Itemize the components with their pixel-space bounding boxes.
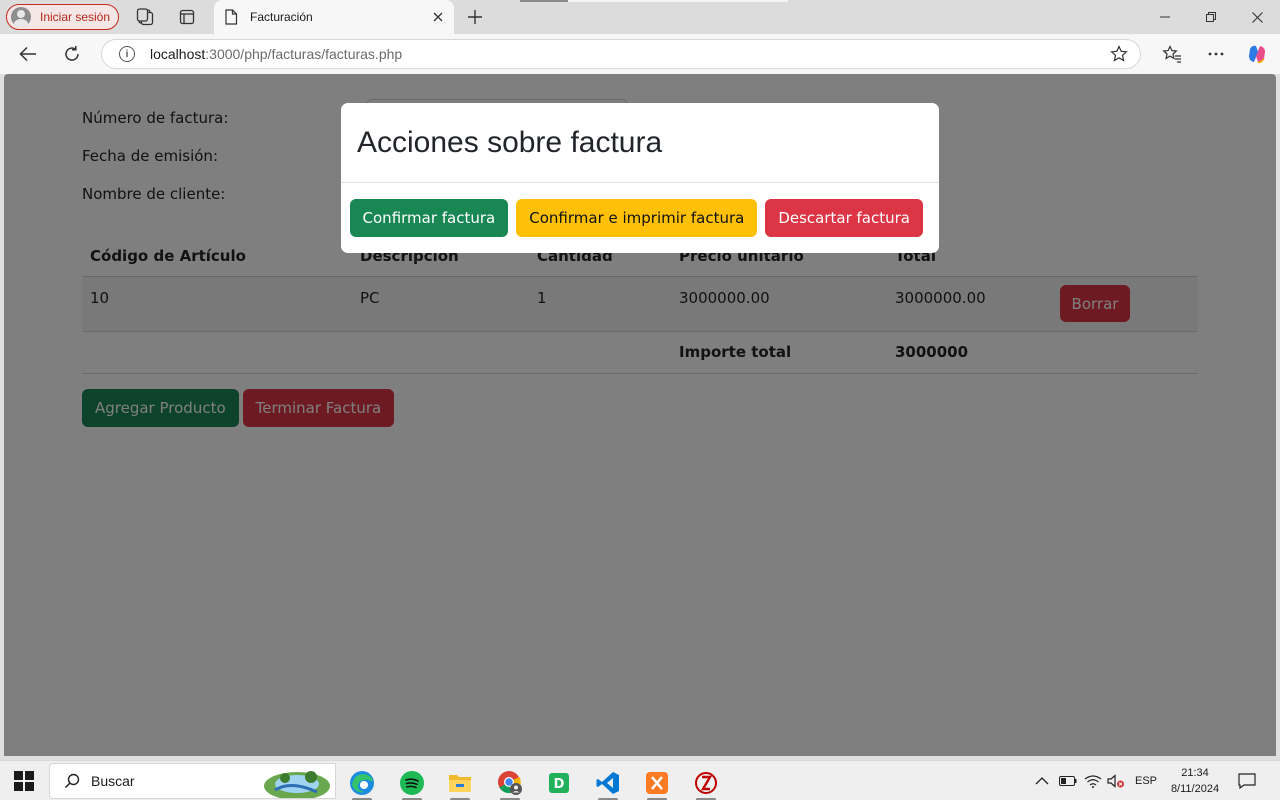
minimize-icon[interactable] xyxy=(1142,0,1188,34)
close-tab-icon[interactable] xyxy=(430,9,446,25)
chrome-icon[interactable] xyxy=(492,765,528,800)
invoice-actions-modal: Acciones sobre factura Confirmar factura… xyxy=(341,103,939,253)
profile-button[interactable]: Iniciar sesión xyxy=(6,4,119,30)
profile-label: Iniciar sesión xyxy=(40,10,111,24)
refresh-icon[interactable] xyxy=(60,42,84,66)
svg-text:D: D xyxy=(554,777,565,792)
confirm-invoice-button[interactable]: Confirmar factura xyxy=(349,199,509,237)
show-hidden-icons-icon[interactable] xyxy=(1035,761,1049,800)
edge-icon[interactable] xyxy=(344,765,380,800)
modal-footer: Confirmar factura Confirmar e imprimir f… xyxy=(341,183,939,253)
page-viewport: Número de factura: Fecha de emisión: Nom… xyxy=(4,74,1276,756)
search-icon xyxy=(64,773,80,789)
address-toolbar: i localhost:3000/php/facturas/facturas.p… xyxy=(0,34,1280,74)
tab-strip-highlight xyxy=(568,0,788,2)
url-text: localhost:3000/php/facturas/facturas.php xyxy=(150,46,402,62)
dbeaver-icon[interactable]: D xyxy=(541,765,577,800)
new-tab-icon[interactable] xyxy=(465,7,485,27)
workspaces-icon[interactable] xyxy=(135,7,155,27)
favorite-star-icon[interactable] xyxy=(1110,45,1128,63)
windows-start-icon[interactable] xyxy=(14,771,34,791)
search-highlight-image xyxy=(264,771,330,798)
battery-icon[interactable] xyxy=(1059,761,1077,800)
page-icon xyxy=(225,9,238,25)
search-label: Buscar xyxy=(91,773,135,789)
language-indicator[interactable]: ESP xyxy=(1135,761,1157,800)
site-info-icon[interactable]: i xyxy=(119,46,135,62)
tab-actions-icon[interactable] xyxy=(177,7,197,27)
favorites-icon[interactable] xyxy=(1160,42,1184,66)
volume-muted-icon[interactable] xyxy=(1107,761,1125,800)
url-path: :3000/php/facturas/facturas.php xyxy=(205,46,403,62)
taskbar: Buscar D ESP 21:34 8/11/2024 xyxy=(0,760,1280,800)
spotify-icon[interactable] xyxy=(394,765,430,800)
avatar-icon xyxy=(11,7,31,27)
wifi-icon[interactable] xyxy=(1084,761,1102,800)
file-explorer-icon[interactable] xyxy=(442,765,478,800)
tab-strip-indicator xyxy=(520,0,568,2)
address-bar[interactable]: i localhost:3000/php/facturas/facturas.p… xyxy=(101,39,1141,69)
xampp-icon[interactable] xyxy=(639,765,675,800)
modal-header: Acciones sobre factura xyxy=(341,103,939,183)
browser-tab-bar: Iniciar sesión Facturación xyxy=(0,0,1280,34)
tab-facturacion[interactable]: Facturación xyxy=(214,0,454,34)
notifications-icon[interactable] xyxy=(1238,761,1256,800)
taskbar-search[interactable]: Buscar xyxy=(49,763,336,799)
clock-date: 8/11/2024 xyxy=(1170,783,1220,795)
clock[interactable]: 21:34 8/11/2024 xyxy=(1160,765,1230,797)
copilot-icon[interactable] xyxy=(1245,42,1269,66)
vscode-icon[interactable] xyxy=(590,765,626,800)
close-window-icon[interactable] xyxy=(1234,0,1280,34)
restore-icon[interactable] xyxy=(1188,0,1234,34)
tab-title: Facturación xyxy=(250,10,313,24)
more-options-icon[interactable] xyxy=(1204,42,1228,66)
modal-title: Acciones sobre factura xyxy=(357,125,663,159)
url-host: localhost xyxy=(150,46,206,62)
discard-invoice-button[interactable]: Descartar factura xyxy=(765,199,923,237)
filezilla-icon[interactable] xyxy=(688,765,724,800)
back-icon[interactable] xyxy=(16,42,40,66)
confirm-print-invoice-button[interactable]: Confirmar e imprimir factura xyxy=(516,199,758,237)
clock-time: 21:34 xyxy=(1181,767,1209,779)
